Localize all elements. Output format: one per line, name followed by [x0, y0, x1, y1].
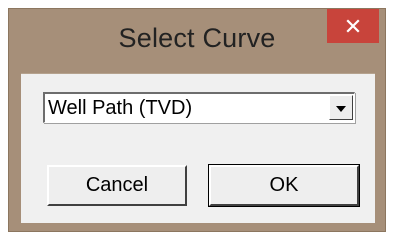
close-button[interactable] — [327, 9, 379, 43]
chevron-down-icon — [336, 99, 346, 117]
ok-button[interactable]: OK — [208, 164, 360, 207]
curve-select-value: Well Path (TVD) — [48, 97, 193, 119]
title-bar[interactable]: Select Curve — [9, 9, 385, 73]
dialog-body: Well Path (TVD) Cancel OK — [21, 73, 375, 223]
cancel-button[interactable]: Cancel — [47, 165, 187, 206]
close-icon — [346, 19, 360, 33]
dropdown-arrow-button[interactable] — [329, 95, 353, 120]
curve-select[interactable]: Well Path (TVD) — [43, 92, 355, 123]
select-curve-dialog: Select Curve Well Path (TVD) Cancel OK — [8, 8, 386, 232]
